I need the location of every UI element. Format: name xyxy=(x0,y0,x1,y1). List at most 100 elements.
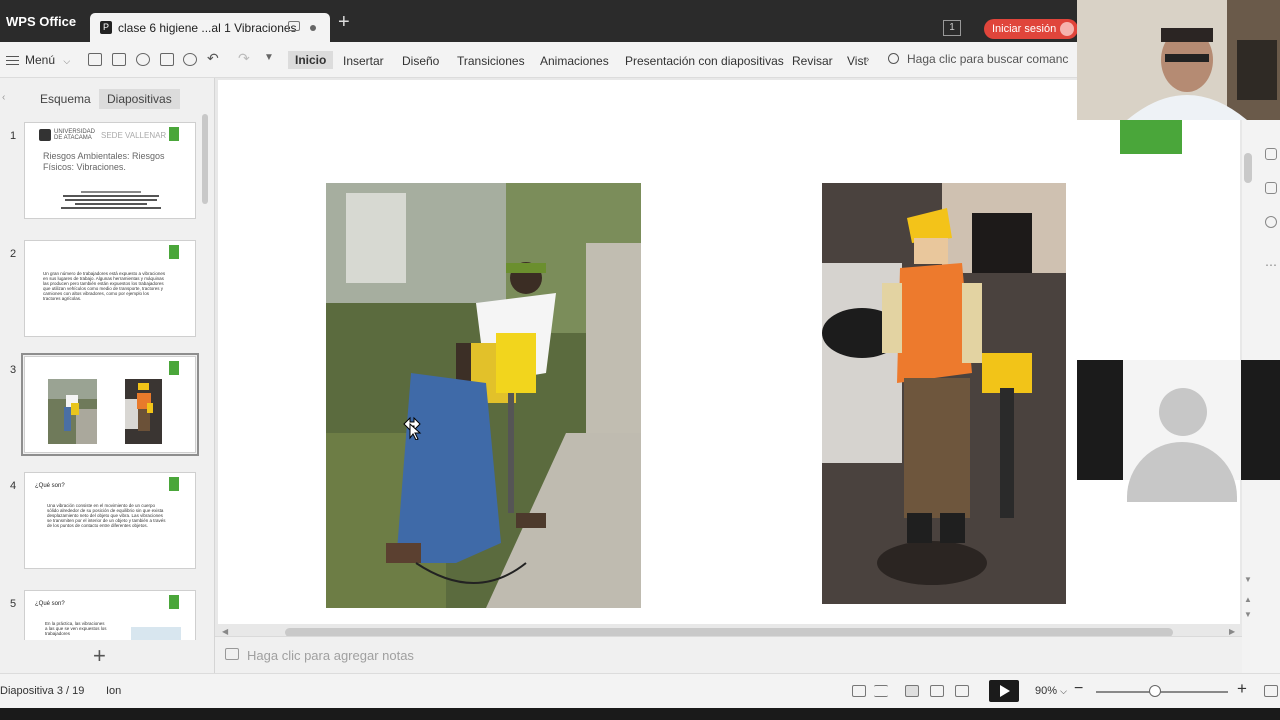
university-name: UNIVERSIDAD DE ATACAMA xyxy=(54,129,96,141)
settings-sliders-icon[interactable] xyxy=(1265,182,1277,194)
theme-name[interactable]: Ion xyxy=(106,685,121,697)
green-accent xyxy=(169,245,179,259)
app-name[interactable]: WPS Office xyxy=(6,14,76,29)
university-crest-icon xyxy=(39,129,51,141)
tab-revisar[interactable]: Revisar xyxy=(792,54,833,68)
command-search[interactable]: Haga clic para buscar comanc xyxy=(888,52,1068,66)
slide-thumbnails: 1 UNIVERSIDAD DE ATACAMA SEDE VALLENAR R… xyxy=(0,118,212,640)
presentation-file-icon: P xyxy=(100,21,112,34)
tab-insertar[interactable]: Insertar xyxy=(343,54,384,68)
zoom-slider-handle[interactable] xyxy=(1149,685,1162,697)
participant-video-tile xyxy=(1077,360,1280,502)
slide-thumbnail-5[interactable]: ¿Qué son? En la práctica, las vibracione… xyxy=(24,590,196,640)
slides-panel: ‹ Esquema Diapositivas 1 UNIVERSIDAD DE … xyxy=(0,78,215,673)
user-icon xyxy=(1060,22,1074,36)
zoom-slider[interactable] xyxy=(1096,691,1228,693)
undo-icon[interactable]: ↶ xyxy=(207,50,219,67)
reading-view-icon[interactable] xyxy=(955,685,969,697)
scroll-right-icon[interactable]: ▶ xyxy=(1229,627,1235,636)
slide-thumbnail-1[interactable]: UNIVERSIDAD DE ATACAMA SEDE VALLENAR Rie… xyxy=(24,122,196,219)
redo-icon[interactable]: ↷ xyxy=(238,50,250,67)
green-accent xyxy=(169,595,179,609)
zoom-in-button[interactable]: + xyxy=(1237,679,1247,699)
slide-number: 3 xyxy=(10,364,17,376)
customize-toolbar-icon[interactable]: ▼ xyxy=(264,52,274,63)
collapse-panel-icon[interactable]: ‹ xyxy=(2,92,5,103)
more-icon[interactable]: ⋯ xyxy=(1265,258,1277,272)
slide-5-body: En la práctica, las vibraciones a las qu… xyxy=(45,621,107,636)
jackhammer-worker-photo[interactable] xyxy=(326,183,641,608)
chevron-down-icon: ⌵ xyxy=(1060,686,1067,696)
menu-button[interactable]: Menú ⌵ xyxy=(6,53,70,67)
slide-thumbnail-4[interactable]: ¿Qué son? Una vibración consiste en el m… xyxy=(24,472,196,569)
green-accent xyxy=(169,361,179,375)
slide-sorter-icon[interactable] xyxy=(930,685,944,697)
tab-inicio[interactable]: Inicio xyxy=(288,51,334,69)
scroll-left-icon[interactable]: ◀ xyxy=(222,627,228,636)
slide-number: 5 xyxy=(10,598,17,610)
campus-name: SEDE VALLENAR xyxy=(101,131,167,140)
vertical-scrollbar[interactable] xyxy=(1244,153,1252,183)
avatar-head-icon xyxy=(1159,388,1207,436)
notes-placeholder: Haga clic para agregar notas xyxy=(247,648,414,663)
export-icon[interactable] xyxy=(136,53,150,66)
new-tab-button[interactable]: + xyxy=(338,12,350,32)
slide-number: 4 xyxy=(10,480,17,492)
toy-worker-figure-photo[interactable] xyxy=(822,183,1066,604)
participant-avatar xyxy=(1123,360,1241,502)
notes-pane[interactable]: Haga clic para agregar notas xyxy=(215,636,1242,673)
slide-4-heading: ¿Qué son? xyxy=(35,483,65,489)
notes-toggle-icon[interactable] xyxy=(874,685,888,697)
slide-2-body: Un gran número de trabajadores está expu… xyxy=(43,271,166,301)
fullscreen-icon[interactable] xyxy=(1264,685,1278,697)
print-preview-icon[interactable] xyxy=(183,53,197,66)
slide-1-subtitle-lines xyxy=(61,189,161,215)
open-folder-icon[interactable] xyxy=(88,53,102,66)
green-accent xyxy=(169,477,179,491)
menu-label: Menú xyxy=(25,53,56,67)
signin-button[interactable]: Iniciar sesión xyxy=(984,19,1078,39)
save-icon[interactable] xyxy=(112,53,126,66)
slide-thumbnail-2[interactable]: Un gran número de trabajadores está expu… xyxy=(24,240,196,337)
previous-slide-icon[interactable]: ▲ xyxy=(1244,595,1252,604)
tab-presentacion[interactable]: Presentación con diapositivas xyxy=(625,54,784,68)
window-count-badge[interactable]: 1 xyxy=(943,20,961,36)
unsaved-indicator-icon xyxy=(310,25,316,31)
next-slide-icon[interactable]: ▼ xyxy=(1244,610,1252,619)
tab-animaciones[interactable]: Animaciones xyxy=(540,54,609,68)
current-slide[interactable] xyxy=(218,80,1240,624)
tab-diseno[interactable]: Diseño xyxy=(402,54,439,68)
green-accent-shape[interactable] xyxy=(1120,120,1182,154)
print-icon[interactable] xyxy=(160,53,174,66)
zoom-level[interactable]: 90% ⌵ xyxy=(1035,685,1067,697)
document-tab[interactable]: P clase 6 higiene ...al 1 Vibraciones xyxy=(90,13,330,42)
move-cursor-icon xyxy=(403,416,422,440)
bottom-edge xyxy=(0,708,1280,720)
add-slide-button[interactable]: + xyxy=(93,643,106,669)
slide-indicator: Diapositiva 3 / 19 xyxy=(0,685,85,697)
chevron-right-icon[interactable]: › xyxy=(866,54,869,65)
zoom-out-button[interactable]: − xyxy=(1074,680,1083,698)
scroll-down-icon[interactable]: ▼ xyxy=(1244,575,1252,584)
tab-esquema[interactable]: Esquema xyxy=(40,92,91,106)
avatar-body-icon xyxy=(1127,442,1237,502)
toy-figure-photo-thumb xyxy=(125,379,162,444)
tab-vista[interactable]: Vist xyxy=(847,54,867,68)
slideshow-play-button[interactable] xyxy=(989,680,1019,702)
normal-view-icon[interactable] xyxy=(905,685,919,697)
status-bar: Diapositiva 3 / 19 Ion 90% ⌵ − + xyxy=(0,673,1280,708)
history-icon[interactable] xyxy=(1265,216,1277,228)
slide-thumbnail-3[interactable] xyxy=(21,353,199,456)
screen-share-icon[interactable] xyxy=(288,21,300,31)
panel-scrollbar[interactable] xyxy=(202,114,208,204)
zoom-value: 90% xyxy=(1035,685,1058,697)
green-accent xyxy=(169,127,179,141)
slide-5-image xyxy=(131,627,181,640)
university-logo: UNIVERSIDAD DE ATACAMA xyxy=(39,129,96,141)
worker-photo-thumb xyxy=(48,379,97,444)
tab-diapositivas[interactable]: Diapositivas xyxy=(99,89,180,109)
tab-transiciones[interactable]: Transiciones xyxy=(457,54,525,68)
fit-slide-icon[interactable] xyxy=(852,685,866,697)
star-icon[interactable] xyxy=(1265,148,1277,160)
slide-canvas-area xyxy=(215,78,1242,636)
